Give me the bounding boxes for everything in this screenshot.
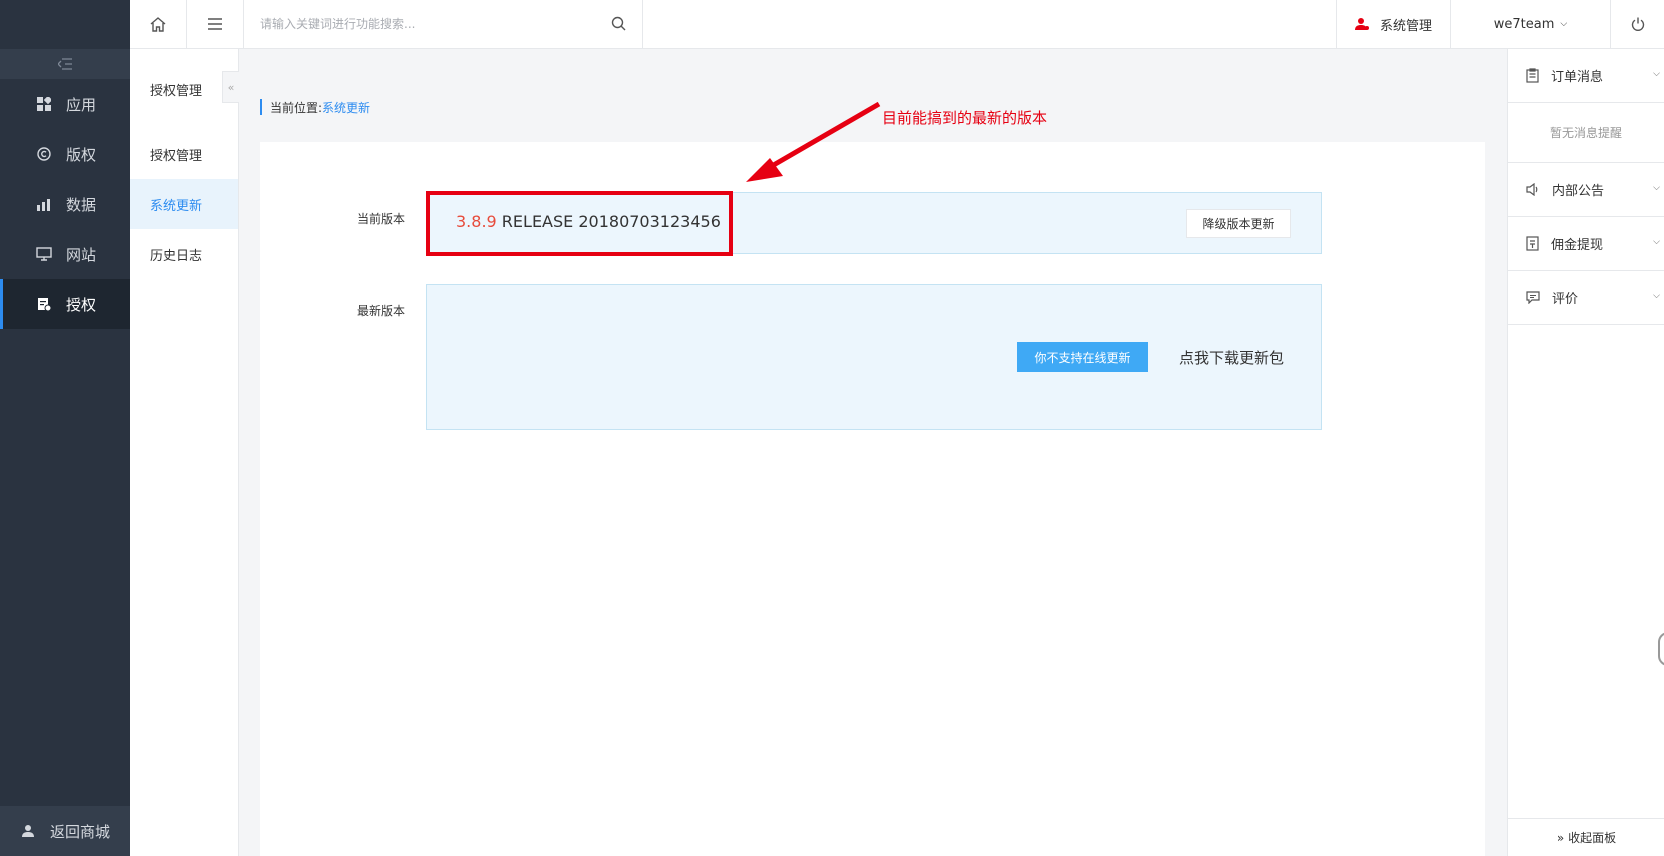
wallet-icon [1526, 236, 1539, 251]
user-icon [22, 824, 36, 838]
search-area [244, 0, 643, 48]
right-panel: 订单消息 ⌵ 暂无消息提醒 内部公告 ⌵ 佣金提现 ⌵ 评价 ⌵ » 收起面板 [1507, 49, 1664, 856]
comment-icon [1526, 291, 1540, 304]
power-icon [1631, 17, 1644, 31]
sidebar-item-label: 数据 [66, 195, 97, 214]
search-input[interactable] [260, 17, 590, 31]
menu-fold-icon[interactable] [0, 49, 130, 79]
back-label: 返回商城 [50, 822, 111, 841]
home-button[interactable] [130, 0, 187, 48]
orders-empty-text: 暂无消息提醒 [1508, 103, 1664, 163]
notice-label: 内部公告 [1552, 184, 1605, 199]
commission-label: 佣金提现 [1551, 238, 1604, 253]
chart-icon [36, 196, 52, 212]
chevron-down-icon: ⌵ [1653, 183, 1660, 193]
sidebar-item-label: 网站 [66, 245, 97, 264]
hamburger-icon [208, 18, 222, 30]
double-chevron-left-icon: « [227, 80, 235, 94]
sidebar-item-data[interactable]: 数据 [0, 179, 130, 229]
online-update-button[interactable]: 你不支持在线更新 [1017, 342, 1148, 372]
sidebar-item-copyright[interactable]: 版权 [0, 129, 130, 179]
system-management-label: 系统管理 [1379, 18, 1432, 34]
chevron-down-icon: ⌵ [1653, 69, 1660, 79]
breadcrumb-current[interactable]: 系统更新 [322, 99, 370, 116]
current-version-label: 当前版本 [357, 212, 406, 226]
chevron-down-icon: ⌵ [1560, 19, 1568, 29]
sidebar-item-label: 授权 [66, 295, 97, 314]
subnav-item-license-management[interactable]: 授权管理 [130, 129, 238, 179]
username: we7team [1493, 16, 1555, 32]
breadcrumb: 当前位置: 系统更新 [260, 99, 370, 115]
collapse-panel-button[interactable]: » 收起面板 [1508, 818, 1664, 856]
collapse-subnav-button[interactable]: « [222, 71, 239, 103]
main-sidebar: 应用 版权 数据 网站 授权 返回商城 [0, 0, 130, 856]
speaker-icon [1526, 183, 1540, 196]
copyright-icon [36, 146, 52, 162]
breadcrumb-prefix: 当前位置: [270, 100, 323, 115]
monitor-icon [36, 246, 52, 262]
orders-section-toggle[interactable]: 订单消息 ⌵ [1508, 49, 1664, 103]
review-section-toggle[interactable]: 评价 ⌵ [1508, 271, 1664, 325]
notice-section-toggle[interactable]: 内部公告 ⌵ [1508, 163, 1664, 217]
clipboard-icon [1526, 68, 1539, 83]
commission-section-toggle[interactable]: 佣金提现 ⌵ [1508, 217, 1664, 271]
logo-area [0, 0, 130, 49]
download-update-link[interactable]: 点我下载更新包 [1179, 347, 1284, 368]
sidebar-item-website[interactable]: 网站 [0, 229, 130, 279]
annotation-text: 目前能搞到的最新的版本 [882, 109, 1048, 127]
chevron-down-icon: ⌵ [1653, 237, 1660, 247]
subnav-item-history-log[interactable]: 历史日志 [130, 229, 238, 279]
logout-button[interactable] [1611, 0, 1664, 48]
sidebar-item-license[interactable]: 授权 [0, 279, 130, 329]
user-menu[interactable]: we7team ⌵ [1451, 0, 1611, 48]
search-icon[interactable] [611, 16, 626, 35]
license-icon [36, 296, 52, 312]
chevron-down-icon: ⌵ [1653, 291, 1660, 301]
sidebar-item-apps[interactable]: 应用 [0, 79, 130, 129]
review-label: 评价 [1552, 292, 1579, 307]
floating-side-handle[interactable] [1658, 632, 1664, 666]
sidebar-item-label: 应用 [66, 95, 97, 114]
latest-version-label: 最新版本 [357, 304, 406, 318]
sub-navigation: 授权管理 授权管理 系统更新 历史日志 [130, 49, 239, 856]
apps-icon [36, 96, 52, 112]
top-bar: 系统管理 we7team ⌵ [130, 0, 1664, 49]
orders-label: 订单消息 [1551, 70, 1604, 85]
home-icon [150, 16, 166, 32]
annotation-highlight-box [426, 191, 733, 256]
sidebar-item-label: 版权 [66, 145, 97, 164]
menu-toggle-button[interactable] [187, 0, 244, 48]
subnav-item-system-update[interactable]: 系统更新 [130, 179, 238, 229]
system-management-button[interactable]: 系统管理 [1336, 0, 1451, 48]
downgrade-button[interactable]: 降级版本更新 [1186, 209, 1291, 238]
admin-user-icon [1354, 17, 1370, 31]
back-to-store-button[interactable]: 返回商城 [0, 806, 130, 856]
